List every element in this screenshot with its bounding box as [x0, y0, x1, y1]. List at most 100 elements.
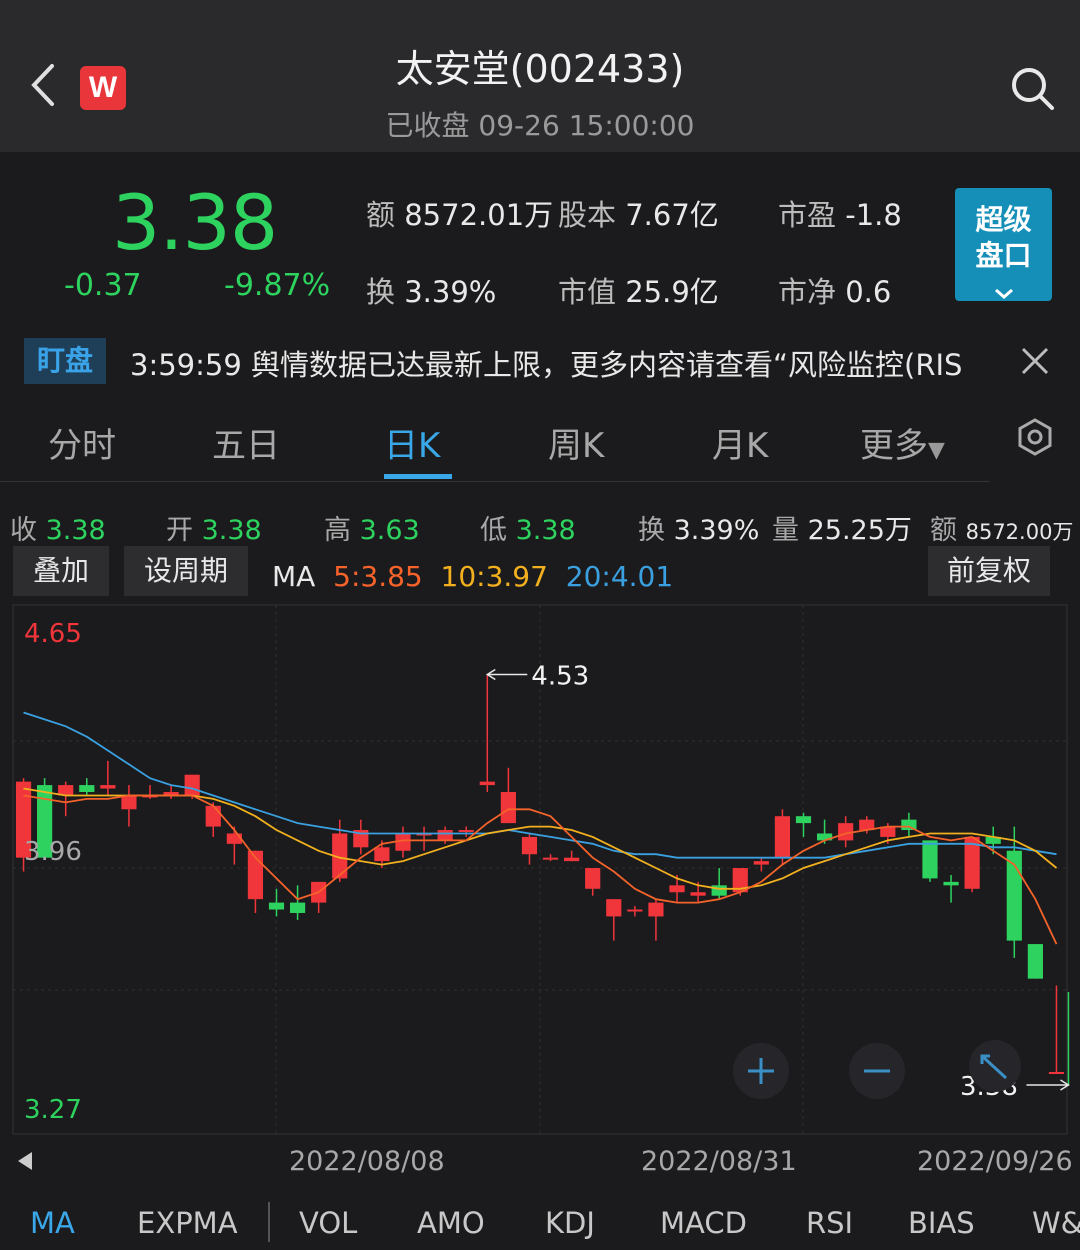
candle-body [521, 836, 538, 855]
indicator-wr[interactable]: W& [1032, 1206, 1080, 1240]
candle-body [100, 785, 116, 789]
candle-body [268, 902, 285, 910]
indicator-macd[interactable]: MACD [660, 1206, 747, 1240]
candle-body [121, 795, 137, 810]
y-axis-label-min: 3.27 [24, 1095, 82, 1125]
indicator-expma[interactable]: EXPMA [137, 1206, 238, 1240]
candle-body [1048, 1071, 1065, 1074]
indicator-vol[interactable]: VOL [299, 1206, 357, 1240]
tab-more[interactable]: 更多▼ [860, 418, 945, 467]
close-icon[interactable] [1018, 344, 1052, 378]
candle-body [690, 892, 706, 896]
candle-body [648, 902, 664, 917]
x-axis-label: 2022/09/26 [917, 1146, 1073, 1177]
x-axis-label: 2022/08/08 [289, 1146, 445, 1177]
settings-icon[interactable] [1016, 418, 1054, 456]
indicator-ma[interactable]: MA [30, 1206, 75, 1240]
pe-label: 市盈 [778, 198, 837, 232]
super-button-line1: 超级 [975, 203, 1032, 236]
y-axis-label-max: 4.65 [24, 619, 82, 649]
price-adjust-button[interactable]: 前复权 [928, 546, 1050, 596]
candle-body [922, 840, 938, 879]
candle-body [184, 774, 200, 796]
turnover-stat: 换 3.39% [366, 269, 496, 311]
market-cap-label: 市值 [558, 275, 617, 309]
candle-body [606, 899, 622, 917]
pb-label: 市净 [778, 275, 837, 309]
news-ticker[interactable]: 3:59:59 舆情数据已达最新上限，更多内容请查看“风险监控(RIS [130, 342, 985, 384]
candle-body [226, 833, 242, 844]
ma-legend: MA 5:3.85 10:3.97 20:4.01 [272, 560, 673, 593]
candle-body [564, 857, 580, 862]
candle-body [289, 902, 306, 913]
watch-badge[interactable]: 盯盘 [24, 338, 106, 384]
super-orderbook-button[interactable]: 超级 盘口 [955, 188, 1052, 301]
max-price-label: 4.53 [531, 661, 589, 691]
indicator-bias[interactable]: BIAS [908, 1206, 975, 1240]
x-axis-label: 2022/08/31 [641, 1146, 797, 1177]
pe-stat: 市盈 -1.8 [778, 192, 902, 234]
candle-body [458, 830, 474, 833]
amount-label: 额 [366, 198, 396, 232]
candle-body [437, 830, 453, 841]
super-button-line2: 盘口 [975, 239, 1032, 272]
candle-body [542, 857, 559, 860]
price-change-percent: -9.87% [224, 268, 331, 303]
market-cap-stat: 市值 25.9亿 [558, 269, 719, 311]
pb-stat: 市净 0.6 [778, 269, 891, 311]
low-stat: 低 3.38 [480, 515, 576, 546]
tab-monthly-k[interactable]: 月K [712, 418, 768, 467]
candle-body [79, 785, 95, 792]
candle-body [374, 847, 390, 862]
volume-stat: 量 25.25万 [772, 515, 912, 546]
high-stat: 高 3.63 [324, 515, 420, 546]
share-capital-stat: 股本 7.67亿 [558, 192, 719, 234]
overlay-button[interactable]: 叠加 [13, 546, 109, 596]
tab-intraday[interactable]: 分时 [48, 418, 116, 467]
ma5-value: 5:3.85 [333, 560, 423, 593]
ma20-value: 20:4.01 [565, 560, 674, 593]
active-tab-indicator [384, 474, 452, 479]
search-icon[interactable] [1008, 64, 1056, 112]
last-price: 3.38 [112, 178, 278, 267]
candle-body [943, 881, 959, 886]
ma-legend-label: MA [272, 560, 316, 593]
indicator-rsi[interactable]: RSI [806, 1206, 853, 1240]
chevron-down-icon [994, 288, 1013, 299]
amount-stat: 额 8572.01万 [366, 192, 553, 234]
candle-body [205, 805, 221, 827]
tab-weekly-k[interactable]: 周K [548, 418, 604, 467]
amount-stat-row: 额 8572.00万 [930, 515, 1074, 546]
candle-body [711, 885, 727, 896]
turnover-stat-row: 换 3.39% [638, 515, 760, 546]
tab-more-label: 更多 [860, 426, 928, 466]
indicator-divider [268, 1202, 270, 1242]
set-period-button[interactable]: 设周期 [124, 546, 248, 596]
pe-value: -1.8 [845, 198, 902, 232]
candle-body [774, 816, 791, 858]
turnover-label: 换 [366, 275, 396, 309]
scroll-left-icon[interactable] [16, 1150, 34, 1172]
tab-five-day[interactable]: 五日 [212, 418, 280, 467]
y-axis-label-mid: 3.96 [24, 837, 82, 867]
turnover-value: 3.39% [404, 275, 497, 309]
market-status: 已收盘 09-26 15:00:00 [385, 109, 695, 142]
indicator-kdj[interactable]: KDJ [545, 1206, 595, 1240]
candle-body [500, 792, 516, 824]
candle-body [753, 861, 769, 865]
close-stat: 收 3.38 [10, 515, 106, 546]
page-title: 太安堂(002433) [395, 47, 685, 91]
tab-divider [0, 481, 990, 482]
candle-body [669, 885, 685, 893]
indicator-amo[interactable]: AMO [417, 1206, 485, 1240]
candlestick-chart[interactable]: 4.653.963.274.533.38 [0, 600, 1080, 1140]
market-cap-value: 25.9亿 [625, 275, 719, 309]
ma20-line [23, 711, 1057, 859]
candle-body [795, 816, 812, 824]
ma10-value: 10:3.97 [440, 560, 548, 593]
price-change: -0.37 [64, 268, 142, 303]
share-capital-label: 股本 [558, 198, 617, 232]
candle-body [627, 909, 643, 912]
tab-daily-k[interactable]: 日K [384, 418, 440, 467]
amount-value: 8572.01万 [404, 198, 554, 232]
